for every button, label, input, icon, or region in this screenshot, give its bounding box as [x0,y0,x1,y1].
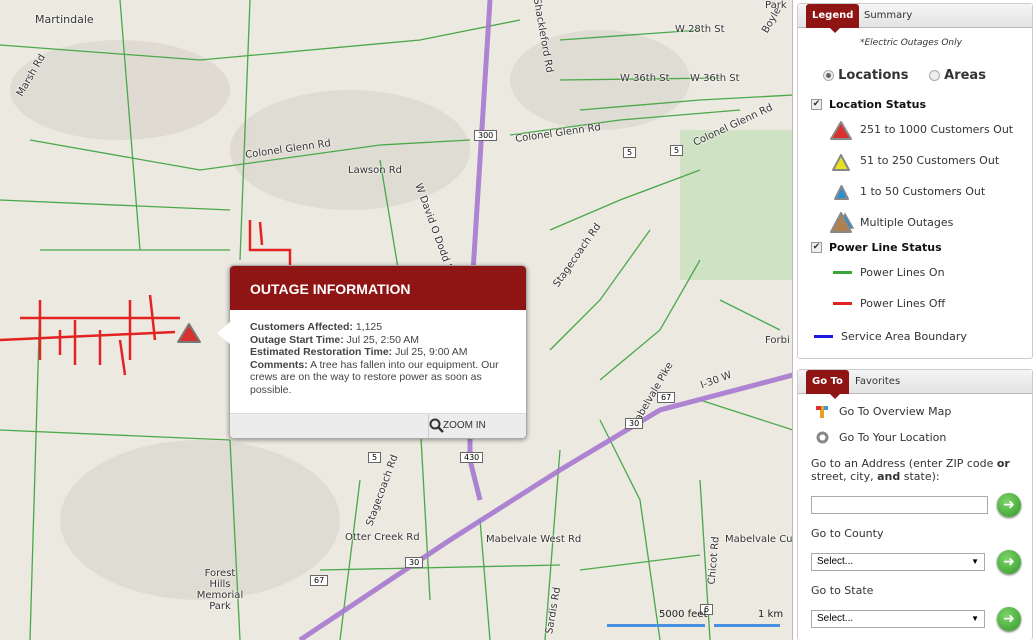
restore-label: Estimated Restoration Time: [250,346,393,358]
address-go-button[interactable]: ➜ [997,493,1021,517]
scale-bar-km [714,624,780,627]
map-label: W 36th St [690,73,740,84]
power-line-status-checkbox[interactable]: ✔ [811,242,822,253]
legend-note: *Electric Outages Only [860,38,962,48]
legend-item: Multiple Outages [860,216,954,229]
power-off-line-icon [833,302,852,305]
power-on-line-icon [833,271,852,274]
start-value: Jul 25, 2:50 AM [346,333,420,346]
legend-item: Power Lines On [860,266,945,279]
route-shield: 300 [474,130,498,141]
map-label: Mabelvale Cut Rd [725,534,793,545]
legend-item: Power Lines Off [860,297,946,310]
overview-map-icon [816,406,828,418]
route-shield: 5 [623,147,637,158]
map-label: Lawson Rd [348,165,403,176]
zoom-in-button[interactable]: ZOOM IN [428,414,526,438]
county-label: Go to County [811,527,884,540]
boundary-line-icon [814,335,833,338]
location-status-checkbox[interactable]: ✔ [811,99,822,110]
outage-marker-icon[interactable] [176,322,202,344]
legend-item: 251 to 1000 Customers Out [860,123,1014,136]
tab-summary[interactable]: Summary [864,4,912,28]
scale-feet: 5000 feet [659,609,708,620]
map-label: W 28th St [675,24,725,35]
go-to-location-link[interactable]: Go To Your Location [839,431,946,444]
goto-panel: Go To Favorites Go To Overview Map Go To… [797,369,1033,640]
state-select[interactable]: Select... ▼ [811,610,985,628]
state-go-button[interactable]: ➜ [997,607,1021,631]
route-shield: 30 [405,557,424,568]
dropdown-arrow-icon: ▼ [971,614,979,623]
tab-legend[interactable]: Legend [806,4,860,33]
map-label: Martindale [35,13,94,26]
map-label: Otter Creek Rd [345,532,420,543]
restore-value: Jul 25, 9:00 AM [395,346,468,358]
legend-item: 1 to 50 Customers Out [860,185,986,198]
multiple-outages-icon [830,212,854,233]
radio-locations[interactable]: Locations [823,68,908,83]
route-shield: 67 [657,392,676,403]
magnifier-icon [429,418,444,433]
radio-areas[interactable]: Areas [929,68,986,83]
outage-map[interactable]: Martindale Marsh Rd Colonel Glenn Rd Col… [0,0,793,640]
blue-triangle-icon [834,185,849,200]
radio-icon[interactable] [929,70,940,81]
legend-panel: Legend Summary *Electric Outages Only Lo… [797,3,1033,359]
dropdown-arrow-icon: ▼ [971,557,979,566]
legend-item: 51 to 250 Customers Out [860,154,1000,167]
comments-label: Comments: [250,358,308,371]
customers-value: 1,125 [355,321,383,333]
scale-km: 1 km [758,609,784,620]
route-shield: 5 [670,145,684,156]
popup-title: OUTAGE INFORMATION [230,266,526,310]
county-select[interactable]: Select... ▼ [811,553,985,571]
radio-icon[interactable] [823,70,834,81]
map-label: Forbi [765,335,790,346]
legend-item: Service Area Boundary [841,330,967,343]
map-label: Mabelvale West Rd [486,534,582,545]
location-target-icon [816,431,829,444]
route-shield: 5 [368,452,382,463]
location-status-label: Location Status [829,98,926,111]
start-label: Outage Start Time: [250,333,344,346]
scale-bar-feet [607,624,705,627]
outage-info-popup: OUTAGE INFORMATION Customers Affected: 1… [217,265,527,439]
state-label: Go to State [811,584,874,597]
route-shield: 430 [460,452,484,463]
route-shield: 30 [625,418,644,429]
map-label: Forest Hills Memorial Park [196,568,244,612]
tab-goto[interactable]: Go To [806,370,849,399]
power-line-status-label: Power Line Status [829,241,942,254]
address-label: Go to an Address (enter ZIP code or stree… [811,457,1010,483]
go-to-overview-link[interactable]: Go To Overview Map [839,405,951,418]
route-shield: 67 [310,575,329,586]
zoom-in-label: ZOOM IN [443,420,486,431]
address-input[interactable] [811,496,988,514]
map-label: W 36th St [620,73,670,84]
tab-favorites[interactable]: Favorites [855,370,900,394]
yellow-triangle-icon [832,154,850,171]
county-go-button[interactable]: ➜ [997,550,1021,574]
customers-label: Customers Affected: [250,321,353,333]
map-label: Park [765,0,787,11]
red-triangle-icon [830,121,852,140]
